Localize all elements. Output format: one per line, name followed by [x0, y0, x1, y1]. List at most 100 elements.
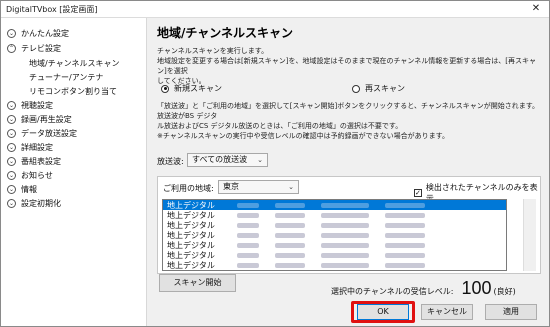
- intro-text: チャンネルスキャンを実行します。 地域設定を変更する場合は[新規スキャン]を、地…: [157, 46, 542, 86]
- redacted-cell: [385, 252, 425, 258]
- title-bar: DigitalTVbox [設定画面] ✕: [1, 1, 549, 18]
- region-label: ご利用の地域:: [163, 184, 214, 193]
- table-row[interactable]: 地上デジタル: [163, 260, 506, 270]
- redacted-cell: [321, 262, 369, 268]
- channel-list[interactable]: 地上デジタル 地上デジタル 地上デジタル 地上デジタル 地上デジタル 地上デジタ…: [162, 199, 507, 271]
- chevron-down-icon: ⌄: [7, 114, 16, 124]
- redacted-cell: [385, 212, 425, 218]
- checkbox-checked-icon: ✓: [414, 189, 422, 197]
- redacted-cell: [275, 212, 305, 218]
- sidebar-item-label: 詳細設定: [21, 142, 53, 152]
- sidebar-subitem-channel-scan[interactable]: 地域/チャンネルスキャン: [29, 57, 119, 69]
- note-text: ※チャンネルスキャンの実行中や受信レベルの確認中は予約録画ができない場合がありま…: [157, 132, 449, 140]
- reception-level-value: 100: [461, 278, 492, 298]
- sidebar-item-recording[interactable]: ⌄ 録画/再生設定: [7, 113, 72, 125]
- intro-line: 地域設定を変更する場合は[新規スキャン]を、地域設定はそのままで現在のチャンネル…: [157, 57, 536, 75]
- sidebar-subitem-tuner-antenna[interactable]: チューナー/アンテナ: [29, 71, 103, 83]
- sidebar-item-reset[interactable]: ⌄ 設定初期化: [7, 197, 61, 209]
- chevron-down-icon: ⌄: [257, 156, 263, 164]
- sidebar-item-tv-settings[interactable]: ⌃ テレビ設定: [7, 42, 61, 54]
- sidebar-item-label: テレビ設定: [21, 43, 61, 53]
- redacted-cell: [321, 252, 369, 258]
- sidebar-item-label: 録画/再生設定: [21, 114, 72, 124]
- settings-window: DigitalTVbox [設定画面] ✕ ⌄ かんたん設定 ⌃ テレビ設定 地域/…: [0, 0, 550, 327]
- table-row[interactable]: 地上デジタル: [163, 230, 506, 240]
- redacted-cell: [275, 242, 305, 248]
- sidebar-item-label: お知らせ: [21, 170, 53, 180]
- radio-selected-icon: [161, 84, 169, 93]
- redacted-cell: [237, 252, 259, 258]
- redacted-cell: [385, 222, 425, 228]
- sidebar-item-label: 視聴設定: [21, 100, 53, 110]
- sidebar-item-label: データ放送設定: [21, 128, 77, 138]
- chevron-up-icon: ⌃: [7, 43, 16, 53]
- description-line: ル放送およびCS デジタル放送のときは、「ご利用の地域」の選択は不要です。: [157, 122, 403, 130]
- radio-new-scan[interactable]: 新規スキャン: [161, 83, 222, 94]
- chevron-down-icon: ⌄: [7, 198, 16, 208]
- sidebar-item-viewing[interactable]: ⌄ 視聴設定: [7, 99, 53, 111]
- sidebar-subitem-label: リモコンボタン割り当て: [29, 86, 117, 96]
- sidebar: ⌄ かんたん設定 ⌃ テレビ設定 地域/チャンネルスキャン チューナー/アンテナ リ…: [1, 18, 147, 326]
- redacted-cell: [385, 202, 425, 208]
- sidebar-item-easy-setup[interactable]: ⌄ かんたん設定: [7, 27, 69, 39]
- cancel-button[interactable]: キャンセル: [421, 304, 473, 320]
- start-scan-button[interactable]: スキャン開始: [159, 274, 236, 292]
- close-icon[interactable]: ✕: [523, 1, 549, 17]
- redacted-cell: [237, 202, 259, 208]
- sidebar-item-info[interactable]: ⌄ 情報: [7, 183, 37, 195]
- redacted-cell: [275, 252, 305, 258]
- sidebar-subitem-label: チューナー/アンテナ: [29, 72, 104, 82]
- redacted-cell: [321, 202, 369, 208]
- radio-label: 新規スキャン: [174, 84, 222, 93]
- chevron-down-icon: ⌄: [7, 142, 16, 152]
- reception-level: 選択中のチャンネルの受信レベル: 100 (良好): [331, 278, 516, 299]
- page-title: 地域/チャンネルスキャン: [157, 26, 294, 40]
- sidebar-subitem-label: 地域/チャンネルスキャン: [29, 58, 120, 68]
- chevron-down-icon: ⌄: [7, 156, 16, 166]
- redacted-cell: [275, 202, 305, 208]
- chevron-down-icon: ⌄: [7, 100, 16, 110]
- chevron-down-icon: ⌄: [7, 170, 16, 180]
- reception-level-status: (良好): [493, 287, 516, 296]
- broadcast-label: 放送波:: [157, 157, 184, 166]
- radio-rescan[interactable]: 再スキャン: [352, 83, 405, 94]
- radio-label: 再スキャン: [365, 84, 405, 93]
- chevron-down-icon: ⌄: [288, 183, 294, 191]
- redacted-cell: [237, 262, 259, 268]
- sidebar-item-program-guide[interactable]: ⌄ 番組表設定: [7, 155, 61, 167]
- table-row[interactable]: 地上デジタル: [163, 200, 506, 210]
- channel-type: 地上デジタル: [167, 260, 215, 270]
- region-select[interactable]: 東京 ⌄: [218, 180, 299, 194]
- broadcast-select-value: すべての放送波: [192, 155, 248, 164]
- region-select-value: 東京: [223, 182, 239, 191]
- redacted-cell: [275, 262, 305, 268]
- chevron-down-icon: ⌄: [7, 128, 16, 138]
- radio-unselected-icon: [352, 84, 360, 93]
- sidebar-item-label: かんたん設定: [21, 28, 69, 38]
- redacted-cell: [385, 242, 425, 248]
- broadcast-select[interactable]: すべての放送波 ⌄: [187, 153, 268, 167]
- table-row[interactable]: 地上デジタル: [163, 250, 506, 260]
- list-scrollbar[interactable]: [523, 199, 536, 271]
- description-line: 「放送波」と「ご利用の地域」を選択して[スキャン開始]ボタンをクリックすると、チ…: [157, 102, 540, 120]
- redacted-cell: [321, 232, 369, 238]
- chevron-down-icon: ⌄: [7, 184, 16, 194]
- sidebar-item-advanced[interactable]: ⌄ 詳細設定: [7, 141, 53, 153]
- redacted-cell: [385, 232, 425, 238]
- main-panel: 地域/チャンネルスキャン チャンネルスキャンを実行します。 地域設定を変更する場…: [147, 18, 549, 326]
- redacted-cell: [321, 222, 369, 228]
- sidebar-subitem-remote-buttons[interactable]: リモコンボタン割り当て: [29, 85, 117, 97]
- sidebar-item-data-broadcast[interactable]: ⌄ データ放送設定: [7, 127, 77, 139]
- sidebar-item-label: 番組表設定: [21, 156, 61, 166]
- intro-line: チャンネルスキャンを実行します。: [157, 47, 269, 55]
- sidebar-item-label: 設定初期化: [21, 198, 61, 208]
- apply-button[interactable]: 適用: [485, 304, 537, 320]
- redacted-cell: [237, 212, 259, 218]
- redacted-cell: [275, 222, 305, 228]
- table-row[interactable]: 地上デジタル: [163, 240, 506, 250]
- sidebar-item-notices[interactable]: ⌄ お知らせ: [7, 169, 53, 181]
- redacted-cell: [237, 242, 259, 248]
- redacted-cell: [321, 212, 369, 218]
- table-row[interactable]: 地上デジタル: [163, 210, 506, 220]
- table-row[interactable]: 地上デジタル: [163, 220, 506, 230]
